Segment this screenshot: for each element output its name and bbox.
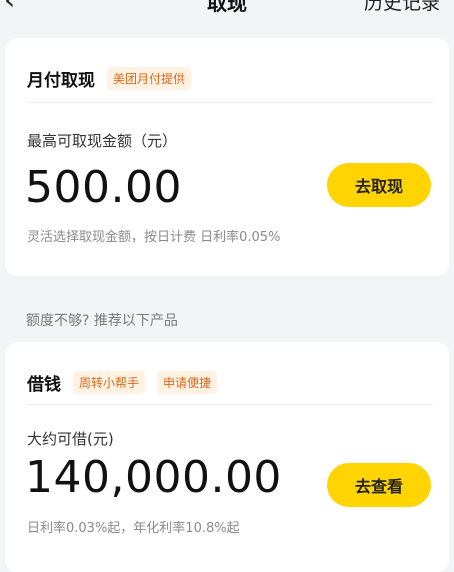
- card-title: 借钱: [27, 375, 61, 395]
- top-bar: ‹ 取现 历史记录: [0, 0, 454, 34]
- loan-amount-label: 大约可借(元): [27, 430, 114, 448]
- max-amount-label: 最高可取现金额（元）: [27, 132, 178, 150]
- interest-note: 灵活选择取现金额，按日计费 日利率0.05%: [27, 230, 281, 245]
- provider-tag: 美团月付提供: [107, 67, 192, 90]
- divider: [27, 102, 433, 103]
- cash-withdrawal-card: 月付取现 美团月付提供 最高可取现金额（元） 500.00 去取现 灵活选择取现…: [5, 38, 449, 276]
- history-link[interactable]: 历史记录: [364, 0, 440, 15]
- loan-card: 借钱 周转小帮手 申请便捷 大约可借(元) 140,000.00 去查看 日利率…: [5, 342, 449, 572]
- divider: [27, 404, 433, 405]
- card-header: 月付取现 美团月付提供: [27, 66, 192, 91]
- interest-note: 日利率0.03%起，年化利率10.8%起: [27, 521, 240, 536]
- feature-tag: 申请便捷: [157, 371, 218, 394]
- recommend-text: 额度不够? 推荐以下产品: [26, 313, 178, 329]
- feature-tag: 周转小帮手: [73, 371, 146, 394]
- view-button[interactable]: 去查看: [327, 463, 431, 507]
- withdraw-button[interactable]: 去取现: [327, 163, 431, 207]
- card-title: 月付取现: [27, 71, 95, 91]
- card-header: 借钱 周转小帮手 申请便捷: [27, 370, 218, 395]
- loan-amount-value: 140,000.00: [25, 452, 282, 503]
- max-amount-value: 500.00: [25, 162, 182, 213]
